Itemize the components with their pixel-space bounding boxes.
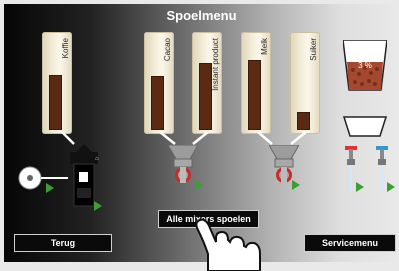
bean-level-text: 3 % <box>358 61 372 70</box>
run-brewer-left-arrow-icon[interactable] <box>46 183 54 193</box>
tap-1-run-arrow-icon[interactable] <box>356 182 364 192</box>
run-brewer-arrow-icon[interactable] <box>94 201 102 211</box>
mixer-1-icon[interactable] <box>168 145 198 185</box>
screen: Spoelmenu Koffie Cacao Instant product M… <box>0 0 399 271</box>
brewer-unit[interactable]: ⌂ <box>64 144 110 208</box>
hand-pointer-icon <box>195 218 261 271</box>
waste-bin-icon <box>343 116 387 137</box>
mixer-2-run-arrow-icon[interactable] <box>292 180 300 190</box>
mixer-1-run-arrow-icon[interactable] <box>195 180 203 190</box>
back-button[interactable]: Terug <box>14 234 112 252</box>
service-menu-button[interactable]: Servicemenu <box>304 234 396 252</box>
filter-paper-roll-icon <box>18 166 68 190</box>
mixer-2-icon[interactable] <box>269 145 299 185</box>
tap-2-run-arrow-icon[interactable] <box>387 182 395 192</box>
svg-text:⌂: ⌂ <box>95 156 99 162</box>
